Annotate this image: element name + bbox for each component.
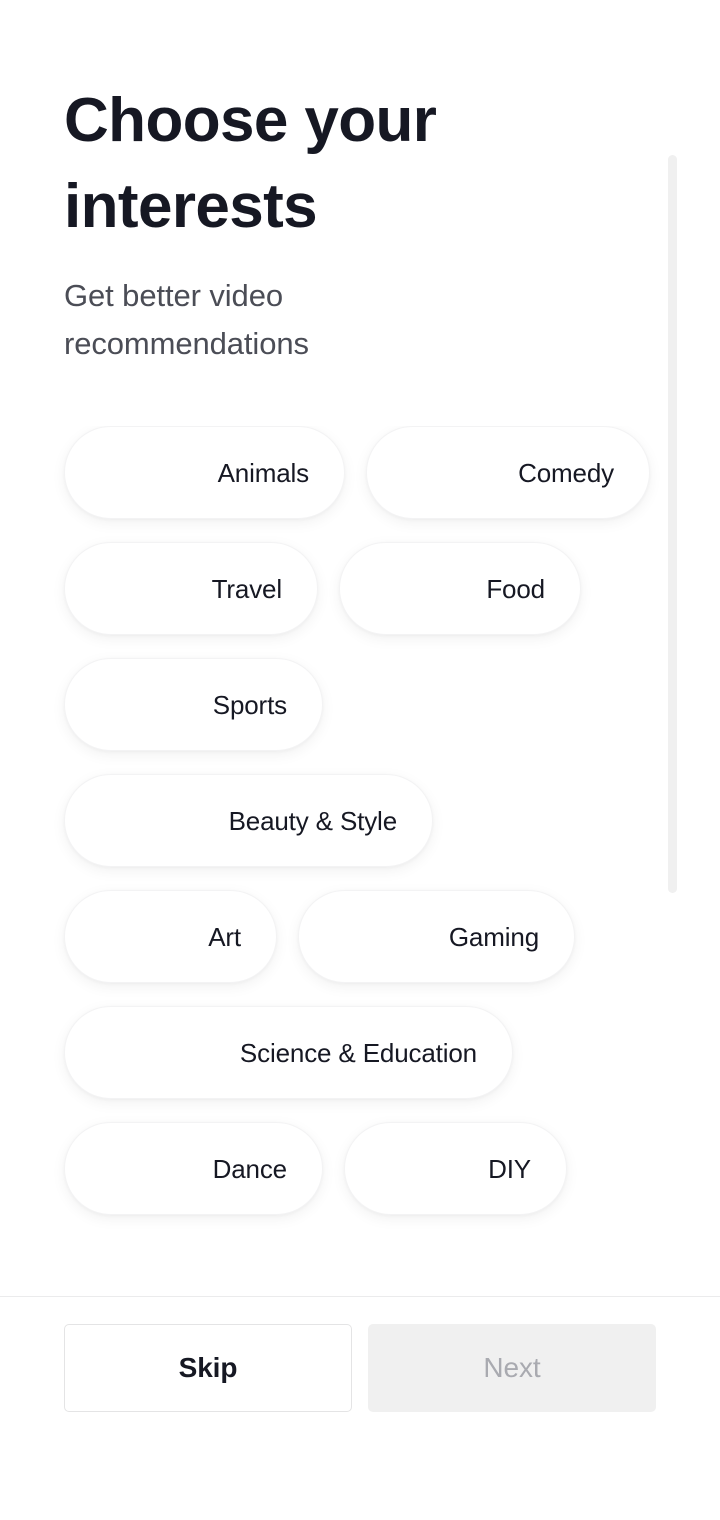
interest-chip-row: Beauty & Style [64, 774, 700, 867]
interest-chip-row: Travel Food [64, 542, 700, 635]
scrollbar-thumb[interactable] [668, 155, 677, 893]
interest-chip-food[interactable]: Food [339, 542, 581, 635]
interest-chip-beauty-style[interactable]: Beauty & Style [64, 774, 433, 867]
interest-chip-label: Art [208, 921, 241, 952]
header: Choose your interests Get better video r… [64, 78, 584, 368]
interest-chip-diy[interactable]: DIY [344, 1122, 567, 1215]
interest-chip-label: Animals [217, 457, 310, 488]
interest-chip-science-education[interactable]: Science & Education [64, 1006, 513, 1099]
interest-chip-comedy[interactable]: Comedy [366, 426, 650, 519]
interest-chip-animals[interactable]: Animals [64, 426, 345, 519]
footer-actions: Skip Next [0, 1297, 720, 1520]
interest-chip-art[interactable]: Art [64, 890, 277, 983]
interest-chip-row: Dance DIY [64, 1122, 700, 1215]
interest-chip-gaming[interactable]: Gaming [298, 890, 575, 983]
interests-onboarding-screen: Choose your interests Get better video r… [0, 0, 720, 1520]
interest-chip-dance[interactable]: Dance [64, 1122, 323, 1215]
interest-chip-label: Science & Education [239, 1037, 477, 1068]
skip-button[interactable]: Skip [64, 1324, 352, 1412]
interest-chip-label: Dance [212, 1153, 288, 1184]
interest-chip-sports[interactable]: Sports [64, 658, 323, 751]
interest-chip-label: Sports [212, 689, 287, 720]
interest-chip-label: Gaming [448, 921, 539, 952]
interest-chip-travel[interactable]: Travel [64, 542, 318, 635]
interests-scroll-area[interactable]: Animals Comedy Travel Food Sports Beauty & St… [0, 426, 720, 1297]
interest-chip-row: Science & Education [64, 1006, 700, 1099]
interest-chip-row: Animals Comedy [64, 426, 700, 519]
next-button: Next [368, 1324, 656, 1412]
interest-chip-label: DIY [488, 1153, 531, 1184]
page-title: Choose your interests [64, 86, 437, 241]
interest-chip-row: Art Gaming [64, 890, 700, 983]
interest-chip-label: Travel [211, 573, 283, 604]
interest-chip-row: Sports [64, 658, 700, 751]
interest-chip-label: Food [486, 573, 545, 604]
interest-chip-label: Beauty & Style [228, 805, 398, 836]
interest-chip-label: Comedy [518, 457, 614, 488]
interest-chip-list: Animals Comedy Travel Food Sports Beauty & St… [0, 426, 700, 1238]
page-subtitle: Get better video recommendations [64, 278, 309, 361]
